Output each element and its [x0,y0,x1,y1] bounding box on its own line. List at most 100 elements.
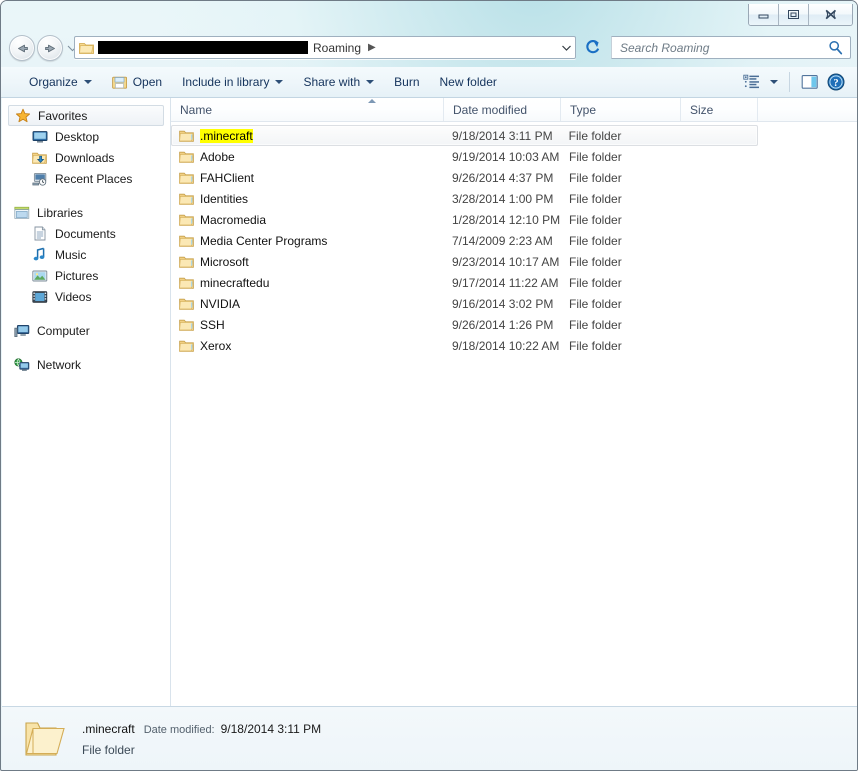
cell-name: minecraftedu [171,276,444,290]
table-row[interactable]: Xerox9/18/2014 10:22 AMFile folder [171,335,758,356]
search-box[interactable] [611,36,851,59]
sidebar-item-documents[interactable]: Documents [2,223,170,244]
sidebar-item-music[interactable]: Music [2,244,170,265]
search-input[interactable] [612,38,828,57]
navigation-pane[interactable]: Favorites Desktop [2,98,171,706]
table-row[interactable]: Identities3/28/2014 1:00 PMFile folder [171,188,758,209]
sort-ascending-icon [368,99,376,103]
svg-text:?: ? [833,78,838,89]
file-name-label: SSH [200,318,225,332]
file-name-label: .minecraft [200,129,253,143]
sidebar-item-desktop[interactable]: Desktop [2,126,170,147]
folder-icon [179,234,195,248]
share-with-button[interactable]: Share with [293,70,384,95]
table-row[interactable]: NVIDIA9/16/2014 3:02 PMFile folder [171,293,758,314]
file-list-pane[interactable]: Name Date modified Type Size .minecraft9… [171,98,858,706]
cell-type: File folder [561,171,681,185]
sidebar-item-videos[interactable]: Videos [2,286,170,307]
file-name-label: Macromedia [200,213,266,227]
sidebar-item-computer[interactable]: Computer [2,320,170,341]
pictures-icon [32,268,48,284]
share-with-label: Share with [303,75,360,89]
column-header-size[interactable]: Size [681,98,758,121]
minimize-button[interactable] [749,4,779,25]
table-row[interactable]: Macromedia1/28/2014 12:10 PMFile folder [171,209,758,230]
table-row[interactable]: Adobe9/19/2014 10:03 AMFile folder [171,146,758,167]
network-icon [14,357,30,373]
sidebar-spacer [2,341,170,354]
cell-name: Identities [171,192,444,206]
burn-label: Burn [394,75,419,89]
sidebar-item-network[interactable]: Network [2,354,170,375]
sidebar-item-label: Downloads [55,151,114,165]
cell-date-modified: 3/28/2014 1:00 PM [444,192,561,206]
sidebar-item-label: Favorites [38,109,87,123]
address-dropdown-button[interactable] [557,45,575,51]
sidebar-item-downloads[interactable]: Downloads [2,147,170,168]
cell-name: Xerox [171,339,444,353]
folder-icon [179,318,195,332]
redacted-path-segment [98,41,308,54]
address-bar[interactable]: Roaming ▶ [74,36,576,59]
column-header-size-label: Size [690,103,713,117]
cell-date-modified: 9/18/2014 10:22 AM [444,339,561,353]
cell-date-modified: 1/28/2014 12:10 PM [444,213,561,227]
chevron-down-icon [366,80,374,84]
open-button[interactable]: Open [102,70,172,95]
column-header-type[interactable]: Type [561,98,681,121]
details-text-block: .minecraft Date modified: 9/18/2014 3:11… [82,720,321,759]
breadcrumb-roaming[interactable]: Roaming [313,41,361,55]
back-button[interactable] [9,35,35,61]
close-button[interactable] [809,4,852,25]
star-icon [15,108,31,124]
sidebar-item-label: Network [37,358,81,372]
recent-places-icon [32,171,48,187]
sidebar-item-favorites[interactable]: Favorites [8,105,164,126]
sidebar-item-recent-places[interactable]: Recent Places [2,168,170,189]
new-folder-label: New folder [440,75,497,89]
forward-arrow-icon [43,42,58,55]
column-header-name[interactable]: Name [171,98,444,121]
chevron-down-icon [84,80,92,84]
folder-icon [179,255,195,269]
folder-icon [179,213,195,227]
column-header-date-modified[interactable]: Date modified [444,98,561,121]
change-view-button[interactable] [739,70,782,94]
include-in-library-button[interactable]: Include in library [172,70,293,95]
table-row[interactable]: .minecraft9/18/2014 3:11 PMFile folder [171,125,758,146]
folder-icon [179,129,195,143]
breadcrumb-separator-icon[interactable]: ▶ [368,42,376,53]
table-row[interactable]: FAHClient9/26/2014 4:37 PMFile folder [171,167,758,188]
table-row[interactable]: Media Center Programs7/14/2009 2:23 AMFi… [171,230,758,251]
cell-date-modified: 9/23/2014 10:17 AM [444,255,561,269]
cell-date-modified: 9/16/2014 3:02 PM [444,297,561,311]
preview-pane-button[interactable] [797,70,823,94]
organize-label: Organize [29,75,78,89]
help-icon: ? [827,73,845,91]
new-folder-button[interactable]: New folder [430,70,507,95]
sidebar-item-pictures[interactable]: Pictures [2,265,170,286]
cell-type: File folder [561,192,681,206]
help-button[interactable]: ? [823,70,849,94]
file-name-label: minecraftedu [200,276,269,290]
details-date-modified-label: Date modified: [144,721,215,739]
search-icon[interactable] [828,40,843,55]
folder-icon [179,276,195,290]
table-row[interactable]: Microsoft9/23/2014 10:17 AMFile folder [171,251,758,272]
table-row[interactable]: minecraftedu9/17/2014 11:22 AMFile folde… [171,272,758,293]
details-primary-line: .minecraft Date modified: 9/18/2014 3:11… [82,720,321,739]
forward-button[interactable] [37,35,63,61]
organize-button[interactable]: Organize [19,70,102,95]
sidebar-item-libraries[interactable]: Libraries [2,202,170,223]
open-label: Open [133,75,162,89]
burn-button[interactable]: Burn [384,70,429,95]
file-name-label: Microsoft [200,255,249,269]
folder-large-icon [24,719,68,759]
restore-button[interactable] [779,4,809,25]
table-row[interactable]: SSH9/26/2014 1:26 PMFile folder [171,314,758,335]
folder-icon [179,276,195,290]
folder-icon [179,150,195,164]
cell-name: Microsoft [171,255,444,269]
cell-date-modified: 7/14/2009 2:23 AM [444,234,561,248]
refresh-button[interactable] [581,37,603,58]
